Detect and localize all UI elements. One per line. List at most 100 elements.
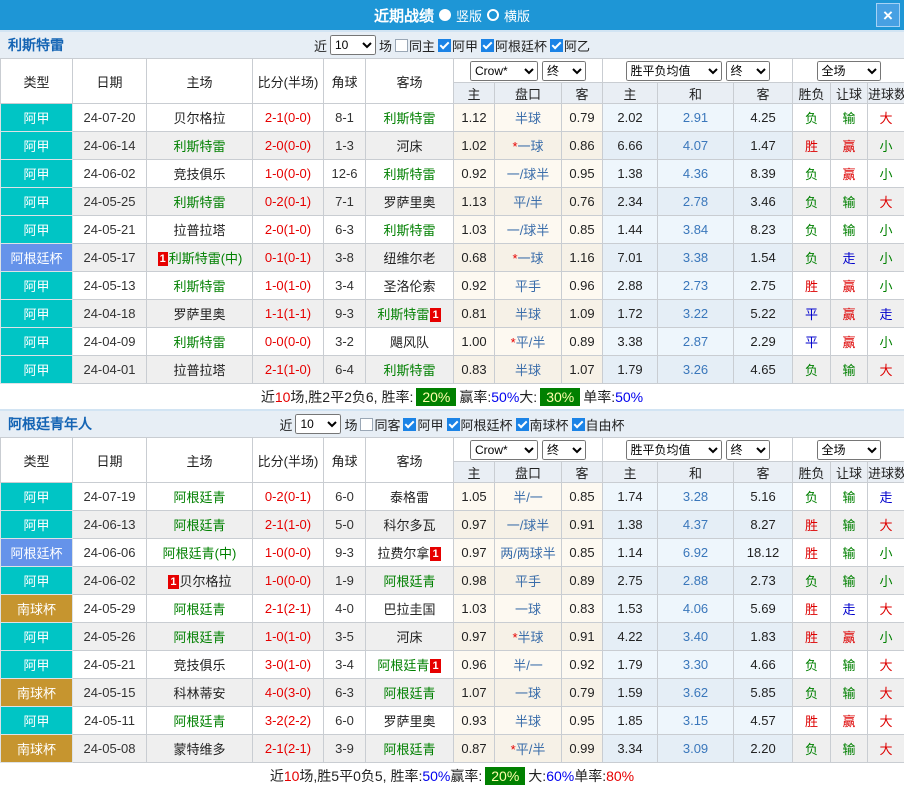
match-type-cell: 阿甲	[1, 707, 73, 735]
match-type-cell: 阿甲	[1, 160, 73, 188]
match-date: 24-05-13	[73, 272, 147, 300]
filter-checkbox[interactable]: 阿根廷杯	[481, 36, 547, 55]
summary-segment: 50%	[615, 389, 643, 405]
team-label: 利斯特雷	[173, 195, 225, 210]
window-title: 近期战绩	[374, 5, 434, 26]
title-group: 近期战绩 竖版 横版	[374, 5, 530, 26]
near-label: 近	[314, 36, 327, 55]
column-header: 盘口	[495, 462, 562, 483]
result-outcome: 负	[793, 188, 831, 216]
match-type-cell: 阿甲	[1, 104, 73, 132]
match-row: 阿甲24-05-21拉普拉塔2-0(1-0)6-3利斯特雷1.03一/球半0.8…	[1, 216, 904, 244]
odds-provider-select[interactable]: Crow*	[470, 440, 538, 460]
result-outcome: 胜	[793, 272, 831, 300]
radio-vertical-selected-icon[interactable]	[439, 9, 451, 21]
match-type-cell: 阿甲	[1, 300, 73, 328]
corner-score: 6-0	[324, 483, 366, 511]
goals-outcome: 大	[868, 188, 904, 216]
away-team: 利斯特雷	[366, 356, 454, 384]
filter-checkbox[interactable]: 阿乙	[550, 36, 590, 55]
avg-away-odds: 18.12	[734, 539, 793, 567]
corner-score: 9-3	[324, 300, 366, 328]
check-mark-icon	[483, 39, 493, 49]
odds-provider-group: Crow*终	[454, 59, 603, 83]
match-date: 24-04-18	[73, 300, 147, 328]
team-label: 利斯特雷	[383, 167, 435, 182]
away-team: 阿根廷青	[366, 735, 454, 763]
avg-type-select[interactable]: 胜平负均值	[626, 61, 722, 81]
avg-draw-odds: 2.87	[658, 328, 734, 356]
handicap-text: 一球	[518, 139, 544, 154]
filter-checkbox-label: 同主	[409, 36, 435, 55]
recent-count-select[interactable]: 10	[295, 414, 341, 434]
radio-horizontal-icon[interactable]	[487, 9, 499, 21]
avg-type-select[interactable]: 胜平负均值	[626, 440, 722, 460]
column-header: 客场	[366, 59, 454, 104]
avg-home-odds: 2.75	[603, 567, 658, 595]
column-header: 进球数	[868, 462, 904, 483]
scope-group: 全场	[793, 438, 904, 462]
team-label: 贝尔格拉	[180, 574, 232, 589]
handicap-odds-away: 0.91	[562, 511, 603, 539]
check-mark-icon	[573, 418, 583, 428]
team-label: 纽维尔老	[383, 251, 435, 266]
odds-provider-select[interactable]: Crow*	[470, 61, 538, 81]
radio-horizontal-label[interactable]: 横版	[504, 6, 530, 25]
avg-away-odds: 4.57	[734, 707, 793, 735]
away-team: 利斯特雷	[366, 160, 454, 188]
match-row: 南球杯24-05-08蒙特维多2-1(2-1)3-9阿根廷青0.87*平/半0.…	[1, 735, 904, 763]
result-outcome: 负	[793, 567, 831, 595]
result-outcome: 胜	[793, 511, 831, 539]
scope-select[interactable]: 全场	[817, 440, 881, 460]
avg-time-select[interactable]: 终	[726, 440, 770, 460]
avg-home-odds: 3.38	[603, 328, 658, 356]
filter-checkbox[interactable]: 阿根廷杯	[447, 415, 513, 434]
match-date: 24-05-15	[73, 679, 147, 707]
handicap-odds-home: 0.97	[454, 623, 495, 651]
team-label: 罗萨里奥	[173, 307, 225, 322]
filter-checkbox[interactable]: 南球杯	[516, 415, 569, 434]
filter-checkbox[interactable]: 同主	[395, 36, 435, 55]
match-score: 0-2(0-1)	[253, 188, 324, 216]
match-type-cell: 南球杯	[1, 595, 73, 623]
match-score: 3-0(1-0)	[253, 651, 324, 679]
avg-away-odds: 8.23	[734, 216, 793, 244]
odds-time-select[interactable]: 终	[542, 440, 586, 460]
red-card-badge: 1	[158, 252, 168, 266]
goals-outcome: 走	[868, 300, 904, 328]
filter-checkbox[interactable]: 自由杯	[572, 415, 625, 434]
home-team: 阿根廷青	[147, 511, 253, 539]
match-row: 阿甲24-07-19阿根廷青0-2(0-1)6-0泰格雷1.05半/一0.851…	[1, 483, 904, 511]
team-label: 阿根廷青	[173, 630, 225, 645]
match-type-cell: 阿甲	[1, 356, 73, 384]
team-label: 河床	[396, 630, 422, 645]
handicap-odds-home: 0.87	[454, 735, 495, 763]
match-row: 阿甲24-07-20贝尔格拉2-1(0-0)8-1利斯特雷1.12半球0.792…	[1, 104, 904, 132]
match-date: 24-05-25	[73, 188, 147, 216]
away-team: 泰格雷	[366, 483, 454, 511]
radio-vertical-label[interactable]: 竖版	[456, 6, 482, 25]
handicap-outcome: 输	[831, 356, 868, 384]
filter-checkbox[interactable]: 阿甲	[438, 36, 478, 55]
home-team: 科林蒂安	[147, 679, 253, 707]
filter-checkbox[interactable]: 同客	[360, 415, 400, 434]
match-type-cell: 阿甲	[1, 567, 73, 595]
result-outcome: 负	[793, 735, 831, 763]
handicap-text: 半球	[518, 630, 544, 645]
recent-count-select[interactable]: 10	[330, 35, 376, 55]
filter-checkbox[interactable]: 阿甲	[403, 415, 443, 434]
home-team: 竞技俱乐	[147, 651, 253, 679]
handicap-outcome: 输	[831, 511, 868, 539]
handicap-text: 平/半	[516, 335, 546, 350]
home-team: 阿根廷青	[147, 595, 253, 623]
avg-away-odds: 2.29	[734, 328, 793, 356]
corner-score: 3-4	[324, 651, 366, 679]
odds-time-select[interactable]: 终	[542, 61, 586, 81]
close-button[interactable]: ×	[876, 3, 900, 27]
avg-time-select[interactable]: 终	[726, 61, 770, 81]
check-mark-icon	[440, 39, 450, 49]
result-outcome: 胜	[793, 623, 831, 651]
goals-outcome: 大	[868, 104, 904, 132]
scope-select[interactable]: 全场	[817, 61, 881, 81]
column-header: 比分(半场)	[253, 438, 324, 483]
